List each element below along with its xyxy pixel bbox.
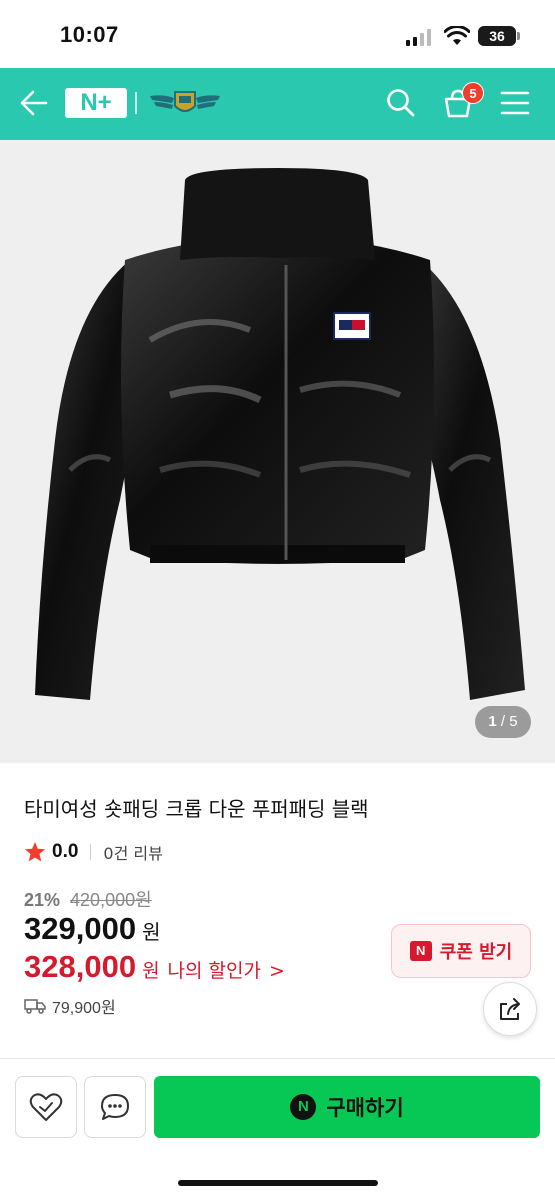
my-price-unit: 원 [142,960,160,982]
shipping-fee-row: 79,900원 [24,994,116,1018]
buy-label: 구매하기 [326,1096,404,1120]
review-count[interactable]: 0건 리뷰 [103,840,162,864]
chevron-right-icon: > [269,960,285,982]
home-indicator[interactable] [178,1180,378,1186]
product-title: 타미여성 숏패딩 크롭 다운 푸퍼패딩 블랙 [24,797,369,821]
naver-n-icon: N [409,941,432,961]
coupon-label: 쿠폰 받기 [439,942,513,963]
battery-tip [517,32,520,40]
logo-divider [135,92,137,114]
rating-score: 0.0 [52,841,79,862]
delivery-truck-icon [24,999,46,1014]
menu-icon[interactable] [500,91,530,115]
sale-price: 329,000 원 [24,911,160,947]
nplus-logo[interactable]: N+ [65,88,127,118]
wifi-icon [444,26,470,45]
rating-divider [90,844,92,860]
star-icon [25,842,45,862]
share-icon [500,998,520,1020]
cellular-signal-icon [406,28,431,46]
heart-check-icon [29,1093,63,1121]
chat-bubble-icon [101,1094,129,1120]
status-bar: 10:07 36 [0,0,555,68]
share-button[interactable] [483,982,537,1036]
naver-pay-icon: N [290,1094,317,1120]
image-counter: 1 / 5 [475,706,531,738]
my-price-value: 328,000 [24,949,137,984]
status-time: 10:07 [60,22,119,47]
bottom-bar-divider [0,1058,555,1059]
battery-icon: 36 [478,26,516,46]
product-photo [35,168,525,700]
top-nav-bar: N+ 5 [0,68,555,140]
discount-percent: 21% [24,890,61,910]
chat-inquiry-button[interactable] [84,1076,146,1138]
back-arrow-icon[interactable] [20,90,48,116]
discount-row: 21% 420,000원 [24,886,152,912]
rating-row[interactable]: 0.0 0건 리뷰 [24,840,163,864]
wings-emblem-icon[interactable] [148,86,222,120]
search-icon[interactable] [386,88,416,118]
original-price: 420,000원 [70,890,152,910]
cart-count-badge: 5 [462,82,484,104]
my-price-label: 나의 할인가 [167,960,261,982]
buy-button[interactable]: N 구매하기 [154,1076,540,1138]
sale-price-value: 329,000 [24,911,137,946]
product-image-gallery[interactable]: 1 / 5 [0,140,555,763]
get-coupon-button[interactable]: N 쿠폰 받기 [391,924,531,978]
shipping-fee: 79,900원 [52,1000,116,1017]
sale-price-unit: 원 [142,920,161,944]
wishlist-button[interactable] [15,1076,77,1138]
my-discount-price[interactable]: 328,000 원 나의 할인가 > [24,949,285,985]
